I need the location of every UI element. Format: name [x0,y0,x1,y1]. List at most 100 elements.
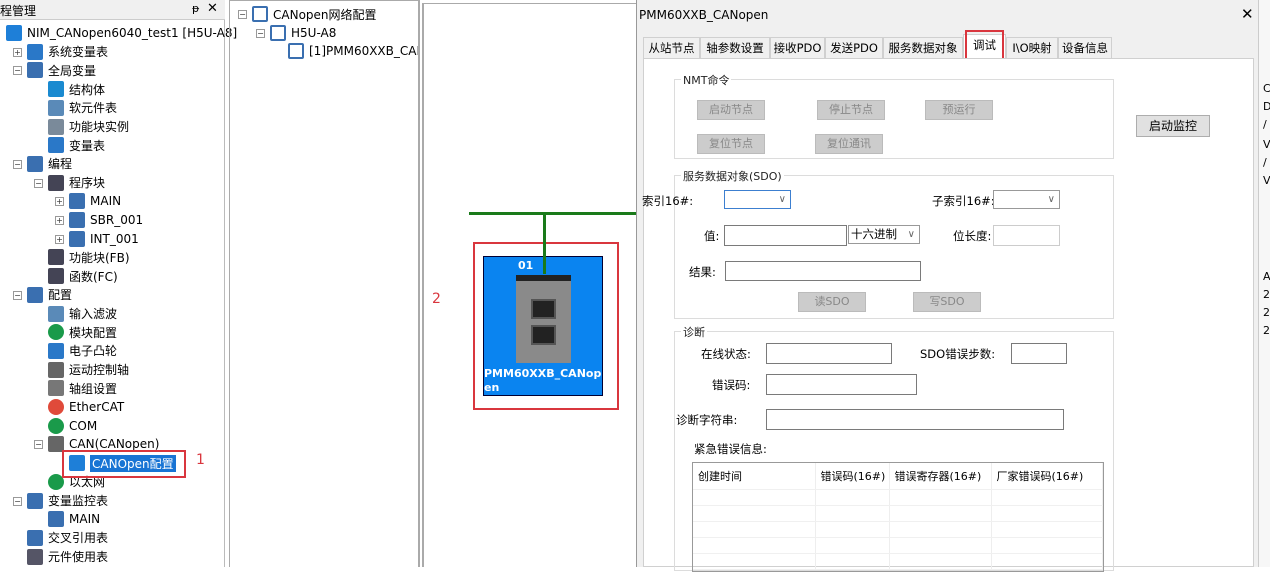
format-select[interactable]: 十六进制 ∨ [848,225,920,244]
bit-length-input[interactable] [993,225,1060,246]
tree-item[interactable]: 全局变量 [27,61,96,79]
tree-item[interactable]: 变量表 [48,136,105,154]
subindex-select[interactable]: ∨ [993,190,1060,209]
tab[interactable]: 接收PDO [770,37,825,59]
diag-string-input[interactable] [766,409,1064,430]
tab[interactable]: 轴参数设置 [700,37,770,59]
slave-device-node[interactable]: 01 PMM60XXB_CANopen [483,256,603,396]
nmt-group-title: NMT命令 [681,72,732,88]
write-sdo-button[interactable]: 写SDO [913,292,981,312]
tree-item-slave[interactable]: [1]PMM60XXB_CANopen [288,42,418,60]
error-code-input[interactable] [766,374,917,395]
expander-toggle[interactable]: − [13,66,22,76]
tree-item[interactable]: 功能块(FB) [48,248,130,266]
tree-item[interactable]: 结构体 [48,80,105,98]
tree-item[interactable]: COM [48,417,97,435]
tree-item-label: MAIN [90,194,122,209]
tree-item[interactable]: 模块配置 [48,323,117,341]
tree-item[interactable]: 函数(FC) [48,267,118,285]
tree-item[interactable]: NIM_CANopen6040_test1 [H5U-A8] [6,24,237,42]
start-monitor-button[interactable]: 启动监控 [1136,115,1210,137]
start-node-button[interactable]: 启动节点 [697,100,765,120]
tree-item[interactable]: SBR_001 [69,211,143,229]
tab[interactable]: 发送PDO [825,37,883,59]
background-text-fragment: / [1263,156,1267,169]
reset-comm-button[interactable]: 复位通讯 [815,134,883,154]
emergency-table: 创建时间 错误码(16#) 错误寄存器(16#) 厂家错误码(16#) [692,462,1104,572]
close-icon[interactable]: ✕ [1241,5,1254,23]
expander-toggle[interactable]: + [55,234,64,244]
tree-item[interactable]: 电子凸轮 [48,342,117,360]
tree-item[interactable]: 轴组设置 [48,379,117,397]
close-icon[interactable]: ✕ [207,1,218,16]
tree-item-label: 全局变量 [48,63,97,78]
expander-toggle[interactable]: − [34,178,43,188]
tree-item[interactable]: 变量监控表 [27,492,108,510]
tree-item[interactable]: 元件使用表 [27,548,108,566]
annotation-1: 1 [196,452,205,468]
document-icon [270,25,286,41]
background-text-fragment: D [1263,100,1270,113]
tree-item[interactable]: 交叉引用表 [27,529,108,547]
tab[interactable]: 从站节点 [643,37,700,59]
reset-node-button[interactable]: 复位节点 [697,134,765,154]
tree-item[interactable]: MAIN [48,510,100,528]
column-header[interactable]: 创建时间 [693,463,816,490]
value-input[interactable] [724,225,847,246]
background-text-fragment: 2 [1263,306,1270,319]
table-row [693,489,1103,506]
diag-string-label: 诊断字符串: [676,413,738,427]
tree-item-label: 系统变量表 [48,45,109,60]
cube-icon [48,118,64,135]
stop-node-button[interactable]: 停止节点 [817,100,885,120]
index-select[interactable]: ∨ [724,190,791,209]
blocks-icon [48,174,64,191]
expander-toggle[interactable]: + [55,197,64,207]
tree-item[interactable]: EtherCAT [48,398,124,416]
tree-item-network-config[interactable]: CANopen网络配置 [252,5,377,23]
tree-item-label: 变量监控表 [48,494,109,508]
tab[interactable]: I\O映射 [1006,37,1058,59]
tree-item[interactable]: 编程 [27,155,72,173]
expander-toggle[interactable]: + [13,47,22,57]
pre-operational-button[interactable]: 预运行 [925,100,993,120]
device-name: PMM60XXB_CANopen [484,367,602,394]
tree-item[interactable]: 程序块 [48,174,105,192]
tab[interactable]: 设备信息 [1058,37,1112,59]
expander-toggle[interactable]: − [13,290,22,300]
device-dialog: PMM60XXB_CANopen ✕ 从站节点 轴参数设置 接收PDO 发送PDO 服务… [636,0,1258,572]
debug-tab-content: NMT命令 启动节点 停止节点 预运行 复位节点 复位通讯 启动监控 服务数据对… [642,58,1254,572]
online-status-input[interactable] [766,343,892,364]
tree-item[interactable]: 运动控制轴 [48,361,129,379]
tree-item[interactable]: 软元件表 [48,99,117,117]
expander-toggle[interactable]: − [13,496,22,506]
tree-item-label: 元件使用表 [48,550,109,565]
expander-toggle[interactable]: − [13,159,22,169]
globe-icon [27,43,43,60]
can-bus-line [469,212,639,215]
tree-item-label: 输入滤波 [69,307,118,321]
emergency-info-label: 紧急错误信息: [694,442,767,456]
tree-item[interactable]: 系统变量表 [27,43,108,61]
tree-item[interactable]: 功能块实例 [48,118,129,136]
tab[interactable]: 服务数据对象 [883,37,963,59]
tree-item-plc[interactable]: H5U-A8 [270,24,336,42]
read-sdo-button[interactable]: 读SDO [798,292,866,312]
tree-item[interactable]: MAIN [69,192,121,210]
tree-item-label: 交叉引用表 [48,531,109,546]
tree-item[interactable]: 配置 [27,286,72,304]
function-block-icon [48,249,64,266]
result-input[interactable] [725,261,921,281]
expander-toggle[interactable]: + [55,216,64,225]
pin-icon[interactable]: ᵽ [192,2,199,15]
column-header[interactable]: 错误码(16#) [815,463,890,490]
column-header[interactable]: 厂家错误码(16#) [991,463,1103,490]
tree-item-label: 功能块(FB) [69,250,130,265]
tree-item[interactable]: 输入滤波 [48,305,117,323]
expander-toggle[interactable]: − [34,440,43,450]
tree-item-label: EtherCAT [69,400,125,414]
tree-item[interactable]: INT_001 [69,230,139,248]
sdo-error-steps-input[interactable] [1011,343,1067,364]
gear-icon [48,380,64,397]
column-header[interactable]: 错误寄存器(16#) [889,463,992,490]
